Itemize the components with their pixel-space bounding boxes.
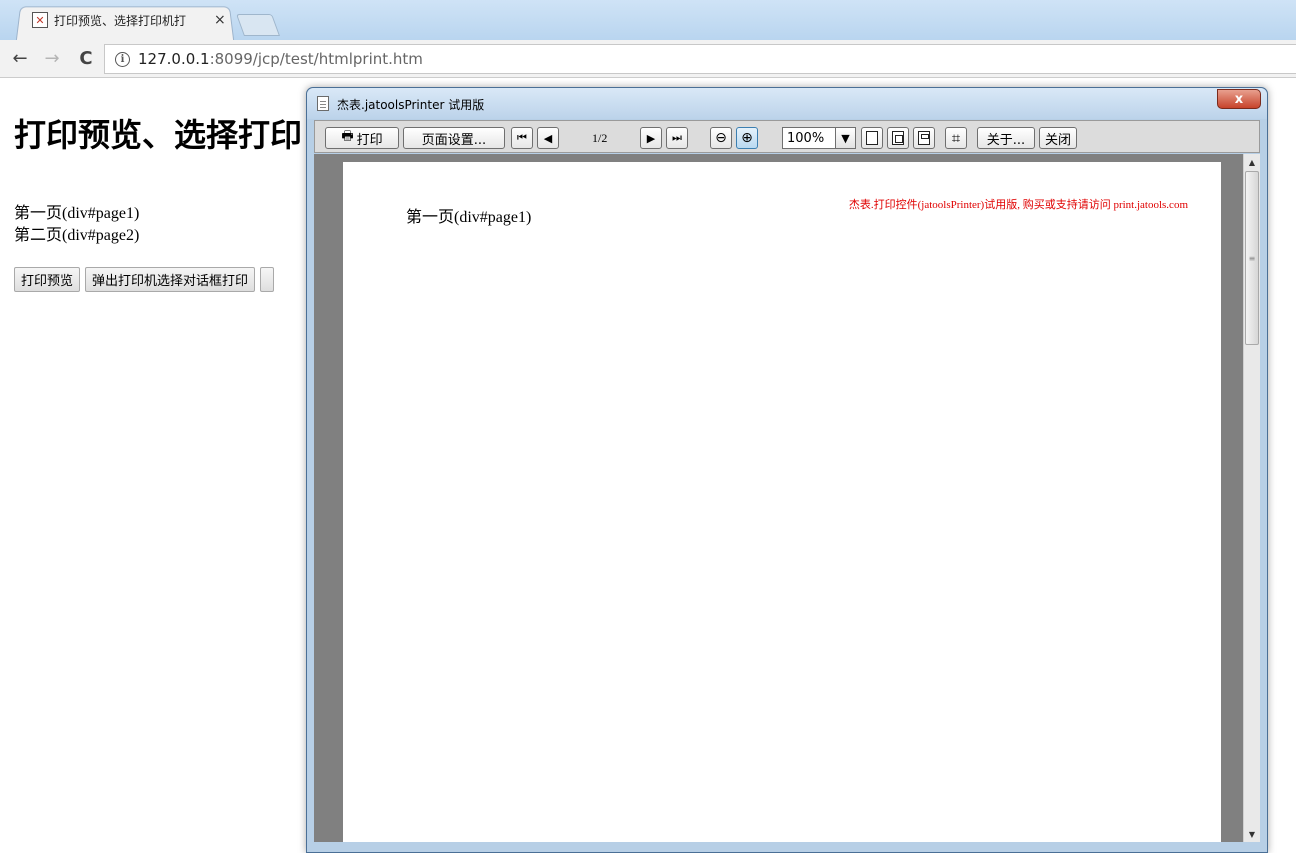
page-indicator: 1/2 — [592, 131, 608, 145]
scroll-down-icon[interactable]: ▼ — [1244, 826, 1260, 842]
window-title: 杰表.jatoolsPrinter 试用版 — [337, 98, 485, 112]
tab-title: 打印预览、选择打印机打 — [54, 13, 187, 28]
site-info-icon[interactable]: i — [115, 51, 130, 67]
back-icon[interactable]: ← — [8, 47, 32, 71]
chevron-down-icon[interactable]: ▼ — [835, 128, 855, 148]
scroll-thumb[interactable]: ≡ — [1245, 171, 1259, 345]
print-button[interactable]: 🖶 打印 — [325, 127, 399, 149]
new-tab-button[interactable] — [235, 14, 281, 36]
first-page-icon[interactable]: ⏮ — [511, 127, 533, 149]
grip-icon: ≡ — [1248, 253, 1256, 263]
page-icon — [866, 131, 878, 145]
page-line-1: 第一页(div#page1) — [14, 205, 140, 222]
window-titlebar[interactable]: 杰表.jatoolsPrinter 试用版 x — [307, 88, 1267, 119]
about-button[interactable]: 关于... — [977, 127, 1035, 149]
last-page-icon[interactable]: ⏭ — [666, 127, 688, 149]
print-button-label: 打印 — [356, 132, 383, 148]
preview-paper: 第一页(div#page1) 杰表.打印控件(jatoolsPrinter)试用… — [343, 162, 1221, 842]
fit-page-view-icon[interactable] — [887, 127, 909, 149]
fit-width-view-icon[interactable] — [913, 127, 935, 149]
zoom-value: 100% — [787, 130, 825, 146]
scroll-up-icon[interactable]: ▲ — [1244, 154, 1260, 170]
prev-page-icon[interactable]: ◀ — [537, 127, 559, 149]
page-setup-button[interactable]: 页面设置... — [403, 127, 505, 149]
browser-tab-content: ✕ 打印预览、选择打印机打 × — [32, 9, 226, 31]
page-line-2: 第二页(div#page2) — [14, 227, 140, 244]
paper-page-text: 第一页(div#page1) — [406, 209, 532, 226]
page-width-icon — [918, 131, 930, 145]
print-preview-window: 杰表.jatoolsPrinter 试用版 x 🖶 打印 页面设置... ⏮ ◀… — [306, 87, 1268, 853]
favicon-icon: ✕ — [32, 12, 48, 28]
browser-tabstrip: ✕ 打印预览、选择打印机打 × — [0, 0, 1296, 41]
window-bottom-frame — [314, 843, 1260, 851]
page-title: 打印预览、选择打印 — [14, 116, 303, 154]
trial-notice: 杰表.打印控件(jatoolsPrinter)试用版, 购买或支持请访问 pri… — [848, 199, 1188, 211]
zoom-in-icon[interactable]: ⊕ — [736, 127, 758, 149]
url-host: 127.0.0.1 — [138, 50, 210, 68]
url-path: :8099/jcp/test/htmlprint.htm — [209, 50, 423, 68]
more-button[interactable] — [260, 267, 275, 292]
address-bar[interactable]: i 127.0.0.1 :8099/jcp/test/htmlprint.htm — [104, 44, 1296, 74]
document-icon — [317, 96, 329, 111]
zoom-select[interactable]: 100% ▼ — [782, 127, 856, 149]
page-button-row: 打印预览 弹出打印机选择对话框打印 — [14, 267, 275, 292]
forward-icon[interactable]: → — [40, 47, 64, 71]
page-fit-icon — [892, 131, 904, 145]
preview-viewport: 第一页(div#page1) 杰表.打印控件(jatoolsPrinter)试用… — [314, 154, 1260, 842]
browser-toolbar: ← → C i 127.0.0.1 :8099/jcp/test/htmlpri… — [0, 40, 1296, 78]
crop-margins-icon[interactable]: ⌗ — [945, 127, 967, 149]
vertical-scrollbar[interactable]: ▲ ≡ ▼ — [1243, 154, 1260, 842]
printer-dialog-print-button[interactable]: 弹出打印机选择对话框打印 — [85, 267, 256, 292]
zoom-out-icon[interactable]: ⊖ — [710, 127, 732, 149]
single-page-view-icon[interactable] — [861, 127, 883, 149]
print-preview-button[interactable]: 打印预览 — [14, 267, 81, 292]
window-close-button[interactable]: x — [1217, 89, 1261, 109]
preview-toolbar: 🖶 打印 页面设置... ⏮ ◀ 1/2 ▶ ⏭ ⊖ ⊕ 100% ▼ ⌗ 关于… — [314, 120, 1260, 153]
next-page-icon[interactable]: ▶ — [640, 127, 662, 149]
printer-icon: 🖶 — [341, 129, 354, 144]
tab-close-icon[interactable]: × — [214, 12, 226, 28]
close-preview-button[interactable]: 关闭 — [1039, 127, 1077, 149]
reload-icon[interactable]: C — [74, 47, 98, 71]
